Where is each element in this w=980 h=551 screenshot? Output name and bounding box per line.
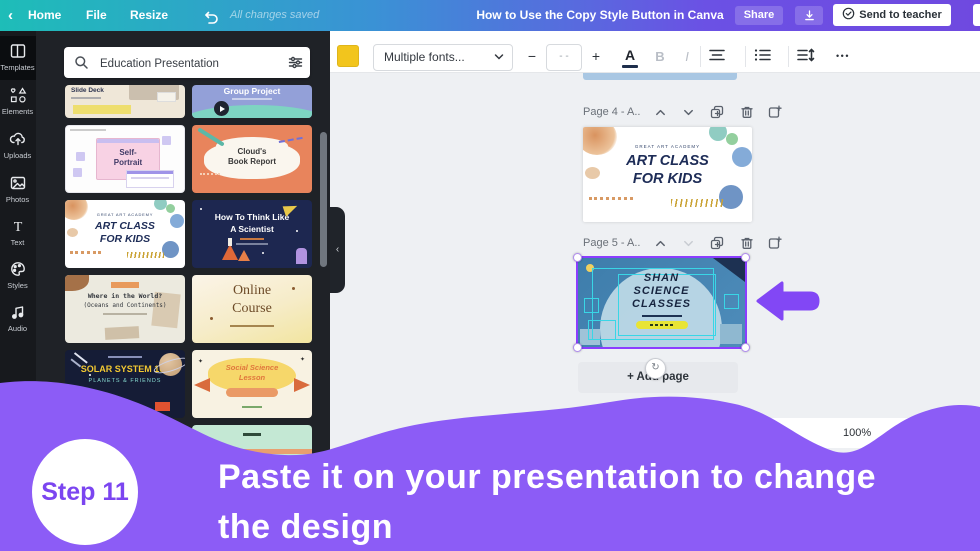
templates-icon <box>8 41 28 61</box>
zoom-level[interactable]: 100% <box>843 427 871 439</box>
check-circle-icon <box>842 7 855 20</box>
download-icon <box>803 9 816 22</box>
status-bar <box>700 418 980 448</box>
add-page-after-icon[interactable] <box>768 236 783 251</box>
delete-page-icon[interactable] <box>740 105 755 120</box>
back-icon[interactable]: ‹ <box>8 0 13 31</box>
sidebar-item-photos[interactable]: Photos <box>0 168 36 212</box>
panel-scrollbar[interactable] <box>320 132 327 267</box>
chevron-down-icon <box>494 53 504 61</box>
template-thumbnail-clouds-book-report[interactable]: Cloud's Book Report <box>192 125 312 193</box>
duplicate-page-icon[interactable] <box>710 236 725 251</box>
top-bar: ‹ Home File Resize All changes saved How… <box>0 0 980 31</box>
more-options-button[interactable]: ••• <box>828 44 858 69</box>
align-center-icon[interactable] <box>708 47 726 72</box>
selection-handle[interactable] <box>741 253 750 262</box>
music-note-icon <box>8 302 28 322</box>
upload-cloud-icon <box>8 129 28 149</box>
sidebar: Templates Elements Uploads Photos T Text… <box>0 31 36 551</box>
text-icon: T <box>8 216 28 236</box>
sidebar-item-templates[interactable]: Templates <box>0 36 36 80</box>
search-icon <box>74 55 89 70</box>
template-thumbnail-self-portrait[interactable]: Self- Portrait <box>65 125 185 193</box>
sidebar-item-elements[interactable]: Elements <box>0 80 36 124</box>
template-thumbnail-art-class[interactable]: GREAT ART ACADEMY ART CLASS FOR KIDS <box>65 200 185 268</box>
sidebar-item-styles[interactable]: Styles <box>0 254 36 298</box>
template-thumbnail-social-science[interactable]: Social Science Lesson ✦ ✦ <box>192 350 312 418</box>
caption-line2: the design <box>218 508 393 547</box>
page4-label[interactable]: Page 4 - A.. <box>583 106 640 118</box>
page5-label[interactable]: Page 5 - A.. <box>583 237 640 249</box>
menu-home[interactable]: Home <box>28 0 61 31</box>
move-page-up-icon[interactable] <box>654 106 669 121</box>
font-size-field[interactable]: - - <box>546 44 582 71</box>
pencil-decor <box>197 127 225 146</box>
template-thumbnail-where-world[interactable]: Where in the World? (Oceans and Continen… <box>65 275 185 343</box>
page5-slide-selected[interactable]: SHAN SCIENCE CLASSES <box>576 256 747 349</box>
search-bar <box>64 47 310 78</box>
flask-decor <box>222 244 238 260</box>
duplicate-page-icon[interactable] <box>710 105 725 120</box>
template-thumbnail-slide-deck[interactable]: Slide Deck <box>65 85 185 118</box>
color-swatch[interactable] <box>337 45 359 67</box>
delete-page-icon[interactable] <box>740 236 755 251</box>
filter-icon[interactable] <box>288 55 303 70</box>
sidebar-item-text[interactable]: T Text <box>0 211 36 255</box>
send-to-teacher-button[interactable]: Send to teacher <box>833 4 951 26</box>
move-page-down-icon[interactable] <box>682 106 697 121</box>
font-size-increase-button[interactable]: + <box>584 44 608 69</box>
line-spacing-icon[interactable] <box>796 47 815 72</box>
template-thumbnail-solar-system[interactable]: SOLAR SYSTEM 101 PLANETS & FRIENDS <box>65 350 185 418</box>
sidebar-item-audio[interactable]: Audio <box>0 297 36 341</box>
template-thumbnail-online-course[interactable]: Online Course <box>192 275 312 343</box>
text-color-button[interactable]: A <box>617 44 643 69</box>
search-input[interactable] <box>98 47 272 80</box>
selection-handle[interactable] <box>573 253 582 262</box>
elements-icon <box>8 85 28 105</box>
share-button[interactable]: Share <box>735 6 783 25</box>
sidebar-item-uploads[interactable]: Uploads <box>0 124 36 168</box>
more-topbar-button[interactable] <box>973 4 980 26</box>
template-thumbnail-scientist[interactable]: How To Think Like A Scientist <box>192 200 312 268</box>
selection-handle[interactable] <box>741 343 750 352</box>
menu-resize[interactable]: Resize <box>130 0 168 31</box>
design-title[interactable]: How to Use the Copy Style Button in Canv… <box>450 0 750 31</box>
panel-collapse-tab[interactable]: ‹ <box>330 207 345 293</box>
font-dropdown[interactable]: Multiple fonts... <box>373 44 513 71</box>
undo-icon[interactable] <box>203 8 219 24</box>
canva-app: ‹ Home File Resize All changes saved How… <box>0 0 980 551</box>
move-page-up-icon[interactable] <box>654 237 669 252</box>
caption-line1: Paste it on your presentation to change <box>218 458 876 497</box>
italic-button[interactable]: I <box>676 44 698 69</box>
step-badge: Step 11 <box>32 439 138 545</box>
svg-text:T: T <box>14 220 23 235</box>
page3-slide-edge[interactable] <box>583 73 737 80</box>
bold-button[interactable]: B <box>648 44 672 69</box>
page4-slide[interactable]: GREAT ART ACADEMY ART CLASS FOR KIDS <box>583 127 752 222</box>
selection-handle[interactable] <box>573 343 582 352</box>
editor-toolbar: Multiple fonts... − - - + A B I ••• <box>330 31 980 73</box>
cursor-indicator: ↻ <box>645 358 666 379</box>
download-button[interactable] <box>795 6 823 25</box>
bullet-list-icon[interactable] <box>754 47 772 72</box>
play-icon <box>214 101 229 116</box>
template-thumbnail-group-project[interactable]: Group Project <box>192 85 312 118</box>
pointer-arrow <box>755 280 821 322</box>
move-page-down-icon-disabled <box>682 237 697 252</box>
add-page-after-icon[interactable] <box>768 105 783 120</box>
styles-palette-icon <box>8 259 28 279</box>
font-size-decrease-button[interactable]: − <box>520 44 544 69</box>
save-status: All changes saved <box>230 0 319 31</box>
menu-file[interactable]: File <box>86 0 107 31</box>
photos-icon <box>8 173 28 193</box>
